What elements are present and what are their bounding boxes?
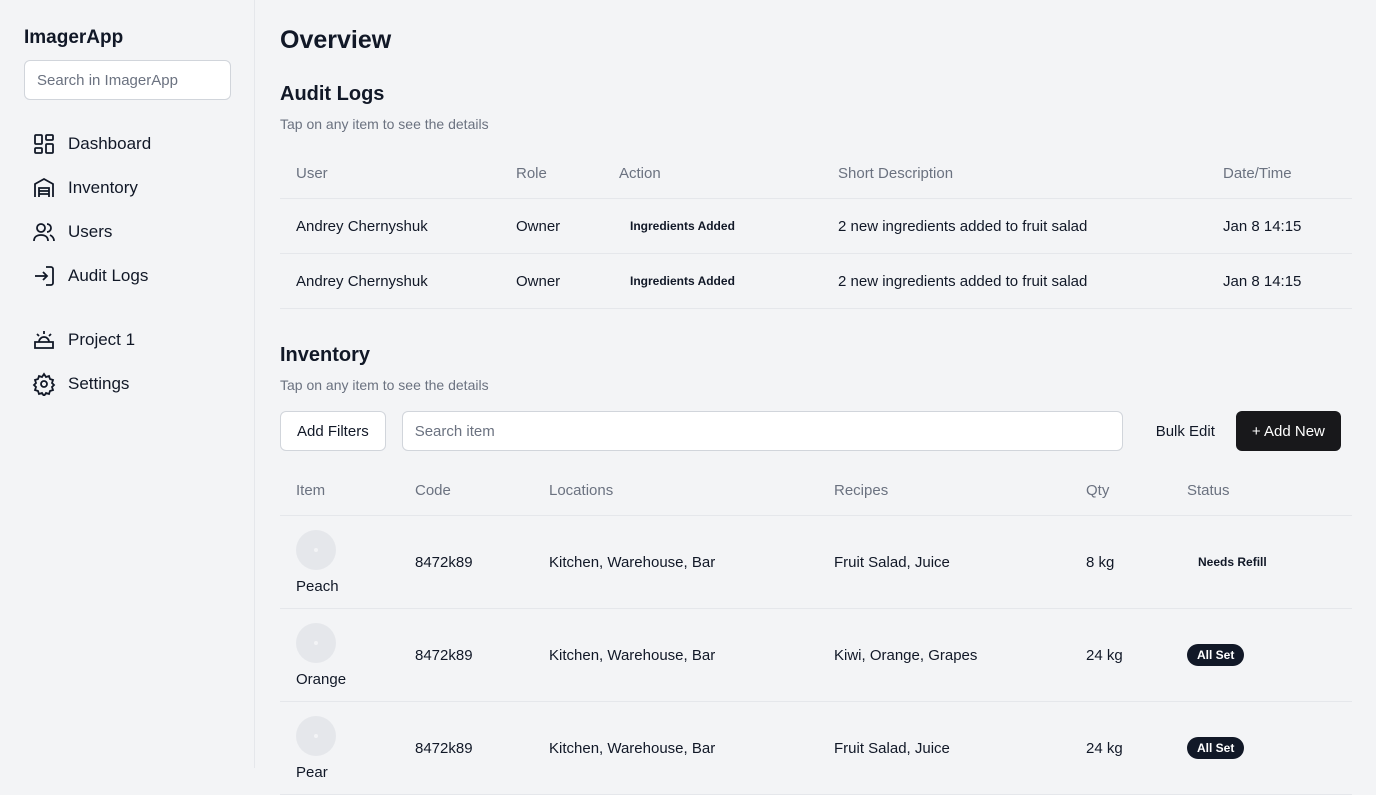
cell-status: All Set bbox=[1171, 701, 1352, 795]
status-badge: All Set bbox=[1187, 737, 1245, 759]
column-header: Code bbox=[399, 465, 533, 516]
cell-qty: 8 kg bbox=[1070, 515, 1171, 609]
sidebar-item-project-1[interactable]: Project 1 bbox=[24, 318, 230, 362]
cell-code: 8472k89 bbox=[399, 515, 533, 609]
table-row[interactable]: Andrey Chernyshuk Owner Ingredients Adde… bbox=[280, 198, 1352, 254]
cell-datetime: Jan 8 14:15 bbox=[1207, 253, 1352, 309]
cell-locations: Kitchen, Warehouse, Bar bbox=[533, 515, 818, 609]
section-title: Audit Logs bbox=[280, 83, 385, 105]
cell-action: Ingredients Added bbox=[603, 198, 822, 254]
cell-locations: Kitchen, Warehouse, Bar bbox=[533, 701, 818, 795]
main-content: Overview Audit Logs Tap on any item to s… bbox=[255, 0, 1376, 795]
cell-item: Peach bbox=[280, 515, 399, 609]
column-header: Short Description bbox=[822, 148, 1207, 199]
bulk-edit-button[interactable]: Bulk Edit bbox=[1140, 411, 1231, 451]
action-badge: Ingredients Added bbox=[630, 219, 735, 233]
cell-description: 2 new ingredients added to fruit salad bbox=[822, 198, 1207, 254]
audit-logs-section: Audit Logs Tap on any item to see the de… bbox=[280, 81, 1352, 309]
cell-action: Ingredients Added bbox=[603, 253, 822, 309]
cell-datetime: Jan 8 14:15 bbox=[1207, 198, 1352, 254]
item-thumbnail bbox=[296, 622, 336, 663]
item-name: Peach bbox=[296, 577, 339, 595]
sidebar-item-label: Users bbox=[68, 222, 113, 241]
add-new-button[interactable]: + Add New bbox=[1235, 411, 1341, 451]
sidebar-item-label: Dashboard bbox=[68, 134, 152, 153]
cell-status: All Set bbox=[1171, 608, 1352, 702]
sidebar-nav: Dashboard Inventory Users Audit Logs Pro… bbox=[24, 122, 230, 406]
cell-user: Andrey Chernyshuk bbox=[280, 198, 500, 254]
column-header: Role bbox=[500, 148, 603, 199]
table-row[interactable]: Andrey Chernyshuk Owner Ingredients Adde… bbox=[280, 253, 1352, 309]
cell-locations: Kitchen, Warehouse, Bar bbox=[533, 608, 818, 702]
cell-description: 2 new ingredients added to fruit salad bbox=[822, 253, 1207, 309]
column-header: Item bbox=[280, 465, 399, 516]
sidebar-item-settings[interactable]: Settings bbox=[24, 362, 230, 406]
column-header: Action bbox=[603, 148, 822, 199]
sidebar-item-dashboard[interactable]: Dashboard bbox=[24, 122, 230, 166]
item-name: Orange bbox=[296, 670, 347, 688]
table-header-row: User Role Action Short Description Date/… bbox=[280, 148, 1352, 199]
cell-user: Andrey Chernyshuk bbox=[280, 253, 500, 309]
cell-item: Orange bbox=[280, 608, 399, 702]
page-title: Overview bbox=[280, 26, 392, 54]
column-header: Date/Time bbox=[1207, 148, 1352, 199]
app-brand: ImagerApp bbox=[24, 27, 124, 48]
sidebar-search-input[interactable]: Search in ImagerApp bbox=[24, 60, 231, 100]
inventory-toolbar: Add Filters Search item Bulk Edit + Add … bbox=[280, 411, 1352, 451]
column-header: Status bbox=[1171, 465, 1352, 516]
table-row[interactable]: Orange 8472k89 Kitchen, Warehouse, Bar K… bbox=[280, 608, 1352, 702]
section-title: Inventory bbox=[280, 344, 371, 366]
sidebar-item-users[interactable]: Users bbox=[24, 210, 230, 254]
status-badge: Needs Refill bbox=[1198, 555, 1267, 569]
audit-logs-table: User Role Action Short Description Date/… bbox=[280, 148, 1352, 309]
column-header: User bbox=[280, 148, 500, 199]
inventory-section: Inventory Tap on any item to see the det… bbox=[280, 342, 1352, 795]
dashboard-icon bbox=[32, 132, 56, 156]
inventory-search-input[interactable]: Search item bbox=[401, 411, 1123, 451]
sidebar-item-label: Settings bbox=[68, 374, 130, 393]
cell-role: Owner bbox=[500, 198, 603, 254]
action-badge: Ingredients Added bbox=[630, 274, 735, 288]
cell-recipes: Fruit Salad, Juice bbox=[818, 701, 1070, 795]
cell-qty: 24 kg bbox=[1070, 608, 1171, 702]
users-icon bbox=[32, 220, 56, 244]
column-header: Recipes bbox=[818, 465, 1070, 516]
item-thumbnail bbox=[296, 715, 336, 756]
sidebar-item-inventory[interactable]: Inventory bbox=[24, 166, 230, 210]
cell-role: Owner bbox=[500, 253, 603, 309]
table-row[interactable]: Peach 8472k89 Kitchen, Warehouse, Bar Fr… bbox=[280, 515, 1352, 609]
item-name: Pear bbox=[296, 763, 328, 781]
section-subtitle: Tap on any item to see the details bbox=[280, 377, 489, 393]
cell-item: Pear bbox=[280, 701, 399, 795]
add-filters-button[interactable]: Add Filters bbox=[280, 411, 386, 451]
status-badge: All Set bbox=[1187, 644, 1245, 666]
sidebar: ImagerApp Search in ImagerApp Dashboard … bbox=[0, 0, 255, 768]
gear-icon bbox=[32, 372, 56, 396]
column-header: Qty bbox=[1070, 465, 1171, 516]
cell-recipes: Kiwi, Orange, Grapes bbox=[818, 608, 1070, 702]
login-icon bbox=[32, 264, 56, 288]
section-subtitle: Tap on any item to see the details bbox=[280, 116, 489, 132]
table-header-row: Item Code Locations Recipes Qty Status bbox=[280, 465, 1352, 516]
item-thumbnail bbox=[296, 529, 336, 570]
sidebar-item-label: Project 1 bbox=[68, 330, 136, 349]
app: ImagerApp Search in ImagerApp Dashboard … bbox=[0, 0, 1376, 795]
cell-code: 8472k89 bbox=[399, 608, 533, 702]
sidebar-item-label: Inventory bbox=[68, 178, 138, 197]
cell-code: 8472k89 bbox=[399, 701, 533, 795]
table-row[interactable]: Pear 8472k89 Kitchen, Warehouse, Bar Fru… bbox=[280, 701, 1352, 795]
project-icon bbox=[32, 328, 56, 352]
inventory-table: Item Code Locations Recipes Qty Status P… bbox=[280, 465, 1352, 795]
warehouse-icon bbox=[32, 176, 56, 200]
cell-recipes: Fruit Salad, Juice bbox=[818, 515, 1070, 609]
cell-status: Needs Refill bbox=[1171, 515, 1352, 609]
column-header: Locations bbox=[533, 465, 818, 516]
sidebar-item-audit-logs[interactable]: Audit Logs bbox=[24, 254, 230, 298]
sidebar-item-label: Audit Logs bbox=[68, 266, 149, 285]
cell-qty: 24 kg bbox=[1070, 701, 1171, 795]
